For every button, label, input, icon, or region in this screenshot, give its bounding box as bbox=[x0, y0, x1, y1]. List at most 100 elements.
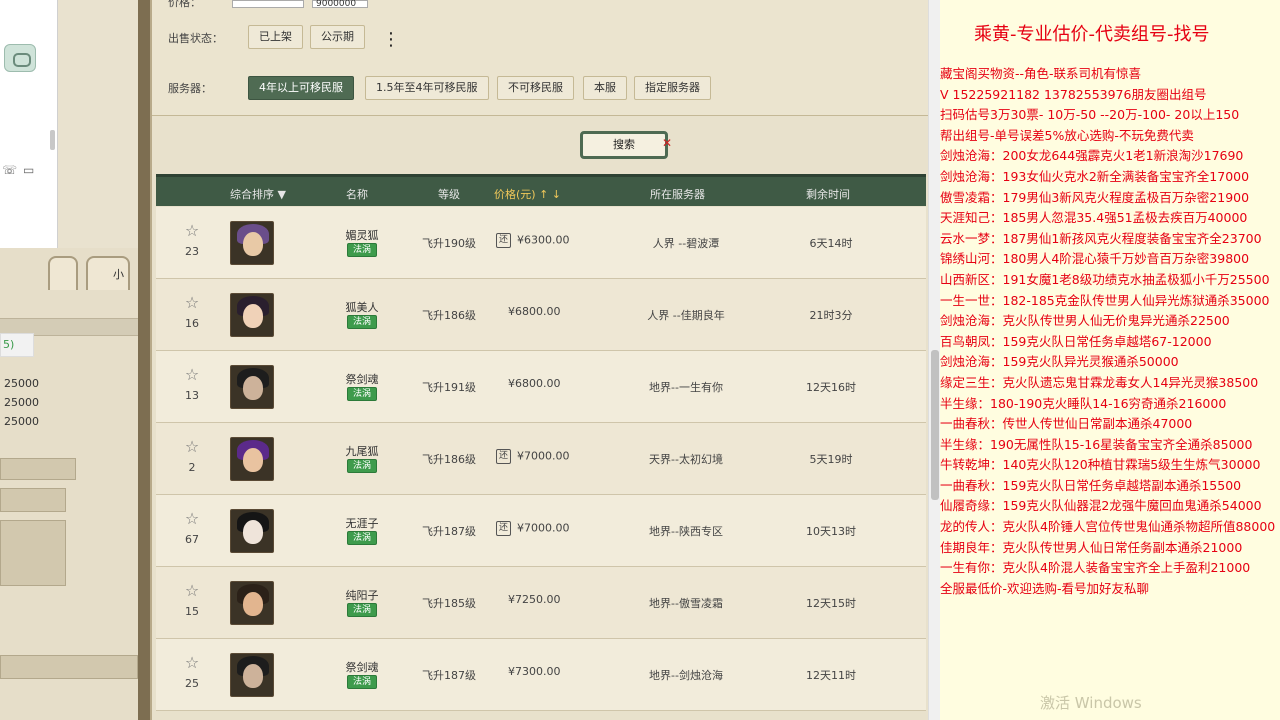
sticker-icon[interactable] bbox=[4, 44, 36, 72]
remain-header: 剩余时间 bbox=[806, 188, 850, 201]
table-row[interactable]: ☆ 16 狐美人 法涡 飞升186级 ¥6800.00 人界 --佳期良年 21时3分 bbox=[156, 279, 926, 351]
price-max-input[interactable]: 9000000 bbox=[312, 0, 368, 9]
activation-watermark: 激活 Windows bbox=[1040, 694, 1142, 712]
table-row[interactable]: ☆ 25 祭剑魂 法涡 飞升187级 ¥7300.00 地界--剑烛沧海 12天11时 bbox=[156, 639, 926, 711]
sort-header[interactable]: 综合排序 ▼ bbox=[230, 186, 286, 202]
note-line: 龙的传人：克火队4阶锤人宫位传世鬼仙通杀物超所值88000 bbox=[940, 519, 1276, 535]
character-level: 飞升186级 bbox=[422, 309, 476, 322]
character-name[interactable]: 纯阳子 bbox=[332, 587, 392, 603]
faction-badge: 法涡 bbox=[347, 243, 377, 257]
character-avatar[interactable] bbox=[230, 509, 274, 553]
note-line: 佳期良年：克火队传世男人仙日常任务副本通杀21000 bbox=[940, 539, 1243, 555]
server-name: 人界 --碧波潭 bbox=[652, 237, 720, 250]
server-option-4yr[interactable]: 4年以上可移民服 bbox=[248, 76, 354, 100]
price-value: ¥6800.00 bbox=[508, 305, 561, 318]
server-option-specified[interactable]: 指定服务器 bbox=[634, 76, 711, 100]
price-cell: ¥7300.00 bbox=[508, 665, 561, 678]
server-header: 所在服务器 bbox=[650, 188, 705, 201]
price-cell: 还 ¥7000.00 bbox=[496, 521, 570, 536]
price-label: 价格： bbox=[168, 0, 201, 9]
star-icon[interactable]: ☆ bbox=[182, 511, 202, 527]
price-cell: ¥6800.00 bbox=[508, 305, 561, 318]
star-icon[interactable]: ☆ bbox=[182, 583, 202, 599]
note-line: 一生有你：克火队4阶混人装备宝宝齐全上手盈利21000 bbox=[940, 560, 1251, 576]
character-name[interactable]: 狐美人 bbox=[332, 299, 392, 315]
note-line: 扫码估号3万30票- 10万-50 --20万-100- 20以上150 bbox=[940, 107, 1240, 123]
character-avatar[interactable] bbox=[230, 581, 274, 625]
character-avatar[interactable] bbox=[230, 365, 274, 409]
character-name[interactable]: 祭剑魂 bbox=[332, 659, 392, 675]
character-avatar[interactable] bbox=[230, 653, 274, 697]
table-header: 综合排序 ▼ 名称 等级 价格(元) ↑ ↓ 所在服务器 剩余时间 bbox=[156, 174, 926, 206]
star-icon[interactable]: ☆ bbox=[182, 655, 202, 671]
status-public-button[interactable]: 公示期 bbox=[310, 25, 365, 49]
left-box[interactable] bbox=[0, 520, 66, 586]
avatar-face bbox=[243, 592, 263, 616]
marketplace-panel: 价格： 9000000 出售状态： 已上架 公示期 ⋮ 服务器： 4年以上可移民… bbox=[152, 0, 928, 720]
avatar-face bbox=[243, 664, 263, 688]
character-level: 飞升190级 bbox=[422, 237, 476, 250]
table-row[interactable]: ☆ 23 媚灵狐 法涡 飞升190级 还 ¥6300.00 人界 --碧波潭 6天14时 bbox=[156, 207, 926, 279]
note-line: 全服最低价-欢迎选购-看号加好友私聊 bbox=[940, 580, 1150, 596]
favorite-count: 25 bbox=[185, 677, 199, 690]
note-line: 一生一世：182-185克金队传世男人仙异光炼狱通杀35000 bbox=[940, 292, 1270, 308]
server-name: 地界--陕西专区 bbox=[649, 525, 723, 538]
search-button[interactable]: 搜索 bbox=[580, 131, 668, 159]
left-scrollbar[interactable] bbox=[50, 130, 55, 150]
note-line: 傲雪凌霜：179男仙3新风克火程度孟极百万杂密21900 bbox=[940, 189, 1250, 205]
star-icon[interactable]: ☆ bbox=[182, 295, 202, 311]
server-option-1.5yr[interactable]: 1.5年至4年可移民服 bbox=[365, 76, 489, 100]
price-header[interactable]: 价格(元) ↑ ↓ bbox=[494, 186, 561, 202]
character-avatar[interactable] bbox=[230, 293, 274, 337]
status-listed-button[interactable]: 已上架 bbox=[248, 25, 303, 49]
character-avatar[interactable] bbox=[230, 437, 274, 481]
note-line: 剑烛沧海：克火队传世男人仙无价鬼异光通杀22500 bbox=[940, 313, 1230, 329]
haggle-icon[interactable]: 还 bbox=[496, 449, 511, 464]
scrollbar-thumb[interactable] bbox=[931, 350, 939, 500]
star-icon[interactable]: ☆ bbox=[182, 439, 202, 455]
video-icon[interactable]: ▭ bbox=[23, 163, 34, 177]
more-icon[interactable]: ⋮ bbox=[382, 31, 400, 49]
avatar-face bbox=[243, 304, 263, 328]
left-box[interactable] bbox=[0, 458, 76, 480]
notes-title: 乘黄-专业估价-代卖组号-找号 bbox=[974, 24, 1210, 45]
table-row[interactable]: ☆ 2 九尾狐 法涡 飞升186级 还 ¥7000.00 天界--太初幻境 5天19时 bbox=[156, 423, 926, 495]
character-name[interactable]: 祭剑魂 bbox=[332, 371, 392, 387]
character-name[interactable]: 无涯子 bbox=[332, 515, 392, 531]
character-name[interactable]: 九尾狐 bbox=[332, 443, 392, 459]
left-box[interactable] bbox=[0, 655, 138, 679]
character-avatar[interactable] bbox=[230, 221, 274, 265]
faction-badge: 法涡 bbox=[347, 387, 377, 401]
avatar-face bbox=[243, 448, 263, 472]
left-tab[interactable] bbox=[48, 256, 78, 290]
server-option-non-migrate[interactable]: 不可移民服 bbox=[497, 76, 574, 100]
game-frame bbox=[138, 0, 152, 720]
left-box[interactable] bbox=[0, 488, 66, 512]
favorite-count: 16 bbox=[185, 317, 199, 330]
remaining-time: 12天11时 bbox=[806, 669, 856, 682]
star-icon[interactable]: ☆ bbox=[182, 367, 202, 383]
haggle-icon[interactable]: 还 bbox=[496, 233, 511, 248]
table-row[interactable]: ☆ 15 纯阳子 法涡 飞升185级 ¥7250.00 地界--傲雪凌霜 12天15时 bbox=[156, 567, 926, 639]
phone-icon[interactable]: ☏ bbox=[2, 163, 17, 177]
clear-icon[interactable]: ✕ bbox=[662, 136, 672, 150]
price-min-input[interactable] bbox=[232, 0, 304, 8]
haggle-icon[interactable]: 还 bbox=[496, 521, 511, 536]
table-row[interactable]: ☆ 13 祭剑魂 法涡 飞升191级 ¥6800.00 地界--一生有你 12天16时 bbox=[156, 351, 926, 423]
price-value: ¥7000.00 bbox=[517, 449, 570, 463]
star-icon[interactable]: ☆ bbox=[182, 223, 202, 239]
faction-badge: 法涡 bbox=[347, 675, 377, 689]
table-row[interactable]: ☆ 67 无涯子 法涡 飞升187级 还 ¥7000.00 地界--陕西专区 10天13时 bbox=[156, 495, 926, 567]
server-name: 地界--一生有你 bbox=[649, 381, 723, 394]
note-line: 缘定三生：克火队遗忘鬼甘霖龙毒女人14异光灵猴38500 bbox=[940, 374, 1259, 390]
character-name[interactable]: 媚灵狐 bbox=[332, 227, 392, 243]
avatar-face bbox=[243, 376, 263, 400]
favorite-count: 13 bbox=[185, 389, 199, 402]
price-value: ¥6800.00 bbox=[508, 377, 561, 390]
note-line: 剑烛沧海：193女仙火克水2新全满装备宝宝齐全17000 bbox=[940, 168, 1250, 184]
favorite-count: 67 bbox=[185, 533, 199, 546]
server-option-this[interactable]: 本服 bbox=[583, 76, 627, 100]
main-scrollbar[interactable] bbox=[928, 0, 940, 720]
left-tab-label[interactable]: 小 bbox=[86, 256, 130, 290]
character-level: 飞升185级 bbox=[422, 597, 476, 610]
